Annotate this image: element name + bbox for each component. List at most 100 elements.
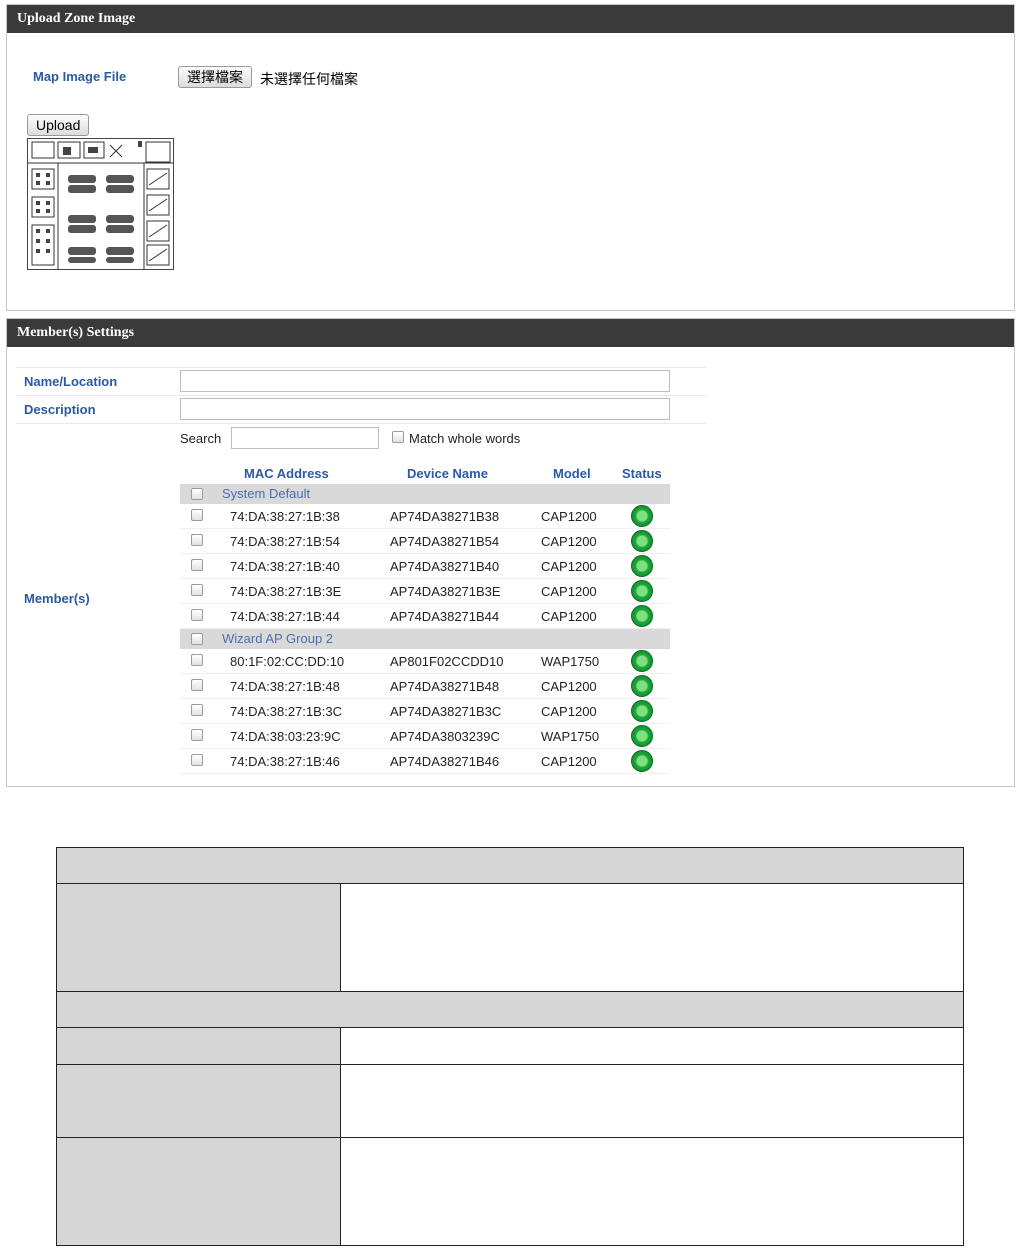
table-row: 74:DA:38:27:1B:54 AP74DA38271B54 CAP1200 xyxy=(180,529,670,554)
form-divider xyxy=(16,395,706,396)
zone-map-thumbnail xyxy=(27,138,174,270)
device-name-cell: AP74DA38271B54 xyxy=(390,534,500,549)
device-name-cell: AP74DA38271B44 xyxy=(390,609,500,624)
model-cell: CAP1200 xyxy=(541,609,597,624)
status-online-icon xyxy=(631,750,653,772)
mac-address-cell: 74:DA:38:27:1B:46 xyxy=(230,754,340,769)
members-table-body: System Default 74:DA:38:27:1B:38 AP74DA382… xyxy=(180,484,670,774)
mac-address-cell: 74:DA:38:27:1B:48 xyxy=(230,679,340,694)
model-cell: CAP1200 xyxy=(541,509,597,524)
model-cell: WAP1750 xyxy=(541,729,600,744)
table-label-cell xyxy=(56,1064,341,1138)
members-label: Member(s) xyxy=(24,591,90,606)
field-description-table xyxy=(56,847,964,1246)
members-table-header: MAC Address Device Name Model Status xyxy=(180,462,670,484)
mac-address-cell: 74:DA:38:27:1B:54 xyxy=(230,534,340,549)
group-checkbox[interactable] xyxy=(191,488,203,500)
table-value-cell xyxy=(340,1137,964,1246)
mac-address-cell: 74:DA:38:27:1B:38 xyxy=(230,509,340,524)
members-table: MAC Address Device Name Model Status Sys… xyxy=(180,462,670,774)
member-checkbox[interactable] xyxy=(191,704,203,716)
form-divider xyxy=(16,423,706,424)
group-row: Wizard AP Group 2 xyxy=(180,629,670,649)
device-name-cell: AP74DA38271B3C xyxy=(390,704,502,719)
table-header-cell xyxy=(56,991,964,1028)
device-name-cell: AP74DA38271B38 xyxy=(390,509,500,524)
mac-address-cell: 74:DA:38:27:1B:44 xyxy=(230,609,340,624)
member-checkbox[interactable] xyxy=(191,679,203,691)
model-header[interactable]: Model xyxy=(553,466,591,481)
device-name-header[interactable]: Device Name xyxy=(407,466,488,481)
device-name-cell: AP74DA38271B46 xyxy=(390,754,500,769)
model-cell: WAP1750 xyxy=(541,654,600,669)
floor-plan-image xyxy=(28,139,173,269)
member-checkbox[interactable] xyxy=(191,584,203,596)
table-row: 74:DA:38:27:1B:48 AP74DA38271B48 CAP1200 xyxy=(180,674,670,699)
group-name: System Default xyxy=(222,486,311,501)
table-row: 80:1F:02:CC:DD:10 AP801F02CCDD10 WAP1750 xyxy=(180,649,670,674)
table-row xyxy=(56,1027,964,1065)
name-location-input[interactable] xyxy=(180,370,670,392)
table-row: 74:DA:38:27:1B:40 AP74DA38271B40 CAP1200 xyxy=(180,554,670,579)
status-online-icon xyxy=(631,580,653,602)
map-image-file-label: Map Image File xyxy=(33,69,127,84)
table-label-cell xyxy=(56,1027,341,1065)
member-checkbox[interactable] xyxy=(191,729,203,741)
status-online-icon xyxy=(631,725,653,747)
model-cell: CAP1200 xyxy=(541,704,597,719)
member-checkbox[interactable] xyxy=(191,609,203,621)
match-whole-words-checkbox[interactable] xyxy=(392,431,404,443)
table-label-cell xyxy=(56,883,341,992)
mac-address-cell: 80:1F:02:CC:DD:10 xyxy=(230,654,345,669)
table-row: 74:DA:38:27:1B:46 AP74DA38271B46 CAP1200 xyxy=(180,749,670,774)
description-label: Description xyxy=(24,402,96,417)
status-online-icon xyxy=(631,700,653,722)
table-row xyxy=(56,1064,964,1138)
status-online-icon xyxy=(631,555,653,577)
table-value-cell xyxy=(340,883,964,992)
member-checkbox[interactable] xyxy=(191,754,203,766)
member-checkbox[interactable] xyxy=(191,559,203,571)
device-name-cell: AP801F02CCDD10 xyxy=(390,654,504,669)
status-online-icon xyxy=(631,605,653,627)
status-online-icon xyxy=(631,650,653,672)
description-input[interactable] xyxy=(180,398,670,420)
search-label: Search xyxy=(180,431,222,446)
status-online-icon xyxy=(631,505,653,527)
status-header[interactable]: Status xyxy=(622,466,662,481)
match-whole-words-label: Match whole words xyxy=(409,431,521,446)
table-row: 74:DA:38:27:1B:44 AP74DA38271B44 CAP1200 xyxy=(180,604,670,629)
device-name-cell: AP74DA38271B40 xyxy=(390,559,500,574)
mac-address-cell: 74:DA:38:27:1B:3C xyxy=(230,704,343,719)
model-cell: CAP1200 xyxy=(541,559,597,574)
model-cell: CAP1200 xyxy=(541,534,597,549)
name-location-label: Name/Location xyxy=(24,374,118,389)
member-checkbox[interactable] xyxy=(191,509,203,521)
table-header-cell xyxy=(56,847,964,884)
file-status-text: 未選擇任何檔案 xyxy=(260,71,358,87)
group-checkbox[interactable] xyxy=(191,633,203,645)
mac-address-cell: 74:DA:38:27:1B:3E xyxy=(230,584,342,599)
mac-address-header[interactable]: MAC Address xyxy=(244,466,329,481)
upload-zone-image-title: Upload Zone Image xyxy=(7,5,1014,33)
search-input[interactable] xyxy=(231,427,379,449)
table-row: 74:DA:38:27:1B:3C AP74DA38271B3C CAP1200 xyxy=(180,699,670,724)
members-settings-title: Member(s) Settings xyxy=(7,319,1014,347)
model-cell: CAP1200 xyxy=(541,584,597,599)
choose-file-button[interactable]: 選擇檔案 xyxy=(178,66,252,88)
model-cell: CAP1200 xyxy=(541,754,597,769)
member-checkbox[interactable] xyxy=(191,654,203,666)
table-row xyxy=(56,1137,964,1246)
table-label-cell xyxy=(56,1137,341,1246)
table-row: 74:DA:38:03:23:9C AP74DA3803239C WAP1750 xyxy=(180,724,670,749)
device-name-cell: AP74DA3803239C xyxy=(390,729,500,744)
table-row: 74:DA:38:27:1B:38 AP74DA38271B38 CAP1200 xyxy=(180,504,670,529)
upload-button[interactable]: Upload xyxy=(27,114,90,136)
mac-address-cell: 74:DA:38:03:23:9C xyxy=(230,729,341,744)
table-header-row xyxy=(56,847,964,884)
member-checkbox[interactable] xyxy=(191,534,203,546)
table-value-cell xyxy=(340,1027,964,1065)
table-row: 74:DA:38:27:1B:3E AP74DA38271B3E CAP1200 xyxy=(180,579,670,604)
table-row xyxy=(56,883,964,992)
mac-address-cell: 74:DA:38:27:1B:40 xyxy=(230,559,340,574)
